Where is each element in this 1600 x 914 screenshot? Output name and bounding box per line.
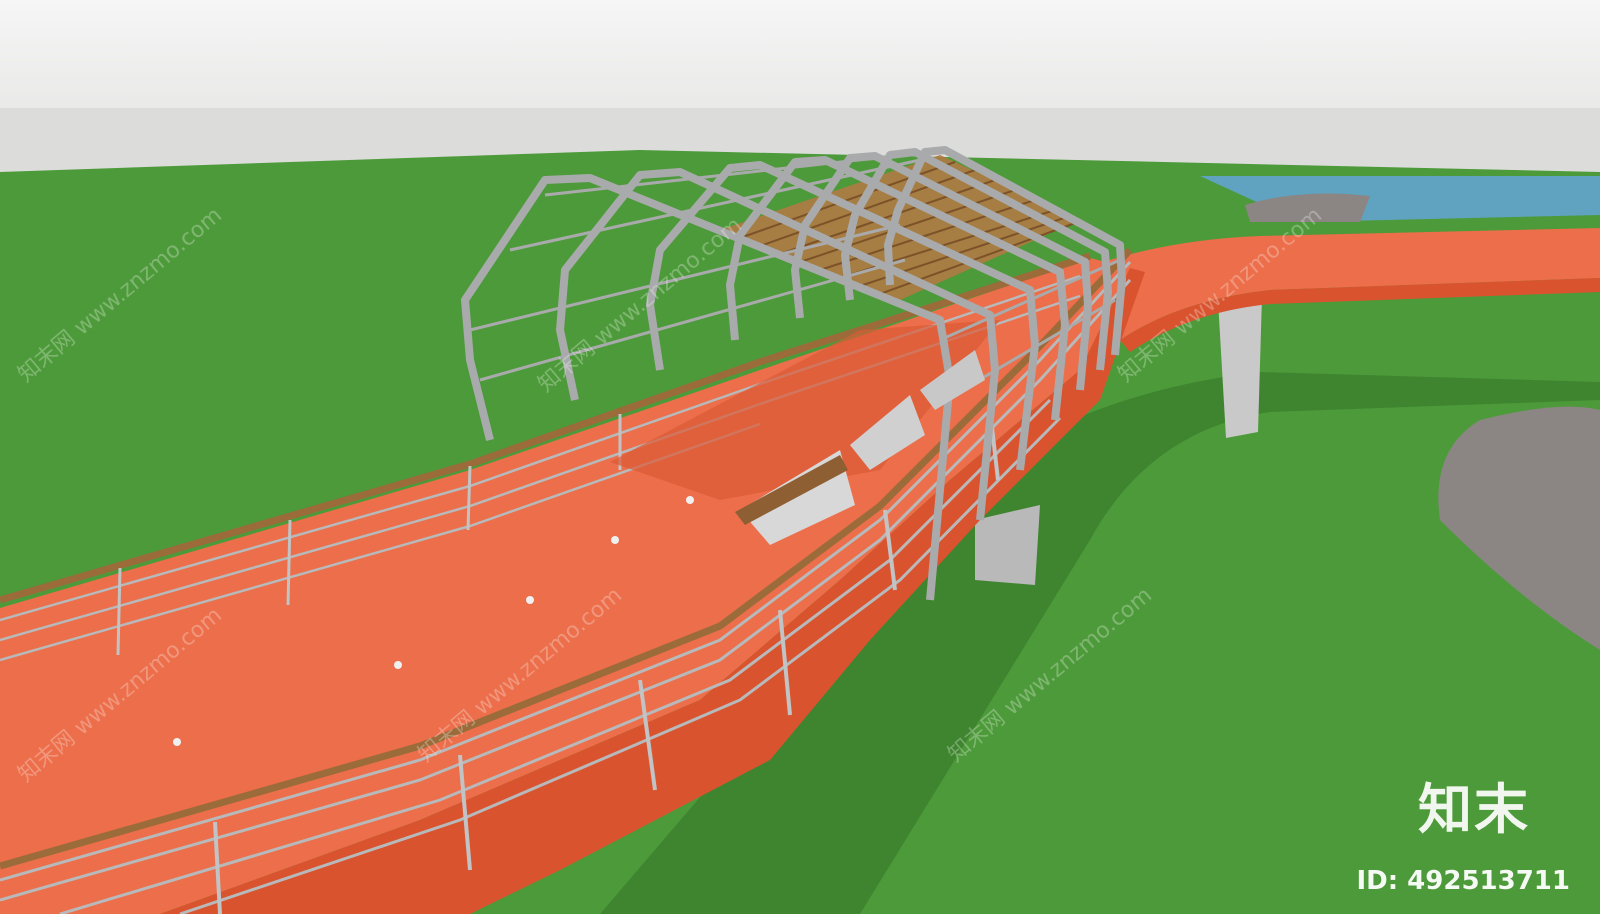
watermark-logo: 知末 <box>1418 778 1530 841</box>
watermark-id: ID: 492513711 <box>1356 866 1570 896</box>
scene: 知末网 www.znzmo.com 知末网 www.znzmo.com 知末网 … <box>0 0 1600 914</box>
sky <box>0 0 1600 110</box>
bridge-render <box>0 0 1600 914</box>
